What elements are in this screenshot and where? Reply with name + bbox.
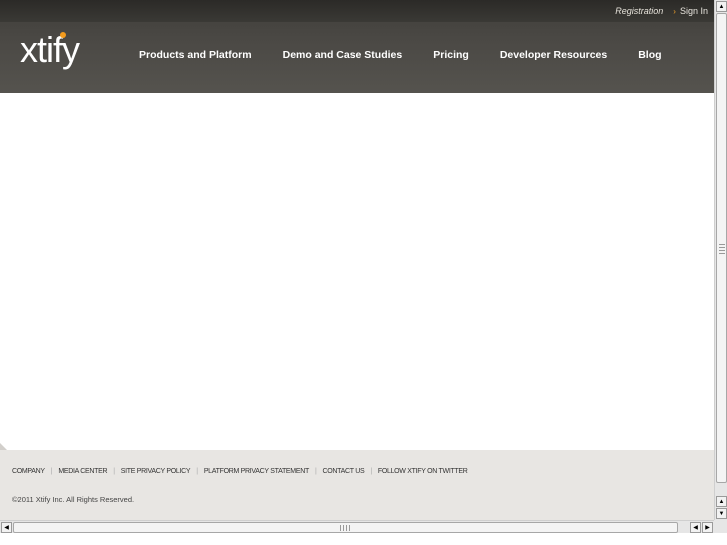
xtify-logo[interactable]: xtify	[20, 30, 96, 76]
window-bottom-strip	[0, 533, 727, 545]
footer-link-media-center[interactable]: MEDIA CENTER	[58, 468, 107, 475]
grip-icon	[719, 244, 725, 254]
footer-link-contact-us[interactable]: CONTACT US	[322, 468, 364, 475]
footer-separator: |	[113, 468, 115, 475]
scroll-down-arrow-icon[interactable]: ▼	[716, 508, 727, 519]
sign-in-label: Sign In	[679, 6, 708, 16]
scroll-left-arrow-icon[interactable]: ◀	[690, 522, 701, 533]
scroll-right-arrow-icon[interactable]: ▶	[702, 522, 713, 533]
logo-accent-dot	[60, 32, 66, 38]
scrollbar-corner	[714, 520, 727, 533]
scroll-left-arrow-icon[interactable]: ◀	[1, 522, 12, 533]
nav-developer-resources[interactable]: Developer Resources	[500, 49, 607, 61]
horizontal-scroll-thumb[interactable]	[13, 522, 678, 533]
nav-pricing[interactable]: Pricing	[433, 49, 469, 61]
utility-links: Registration › Sign In	[615, 6, 708, 16]
nav-blog[interactable]: Blog	[638, 49, 661, 61]
nav-products-and-platform[interactable]: Products and Platform	[139, 49, 252, 61]
utility-bar: Registration › Sign In	[0, 0, 714, 22]
site-header: Registration › Sign In xtify Products an…	[0, 0, 714, 93]
copyright-text: ©2011 Xtify Inc. All Rights Reserved.	[12, 495, 135, 504]
footer-separator: |	[370, 468, 372, 475]
registration-link[interactable]: Registration	[615, 6, 663, 16]
page-viewport: Registration › Sign In xtify Products an…	[0, 0, 714, 520]
vertical-scrollbar[interactable]: ▲ ▲ ▼	[714, 0, 727, 520]
footer-link-site-privacy-policy[interactable]: SITE PRIVACY POLICY	[121, 468, 191, 475]
footer-link-platform-privacy-statement[interactable]: PLATFORM PRIVACY STATEMENT	[204, 468, 309, 475]
horizontal-scrollbar[interactable]: ◀ ◀ ▶	[0, 520, 714, 533]
chevron-right-icon: ›	[673, 6, 676, 16]
footer-link-follow-twitter[interactable]: FOLLOW XTIFY ON TWITTER	[378, 468, 468, 475]
logo-text: xtify	[20, 29, 80, 70]
sign-in-link[interactable]: › Sign In	[673, 6, 708, 16]
scroll-up-arrow-icon[interactable]: ▲	[716, 496, 727, 507]
footer-link-company[interactable]: COMPANY	[12, 468, 45, 475]
footer-links: COMPANY | MEDIA CENTER | SITE PRIVACY PO…	[12, 468, 468, 475]
grip-icon	[340, 525, 352, 531]
footer-separator: |	[314, 468, 317, 475]
vertical-scroll-thumb[interactable]	[716, 13, 727, 483]
nav-demo-and-case-studies[interactable]: Demo and Case Studies	[283, 49, 403, 61]
main-nav: Products and Platform Demo and Case Stud…	[139, 49, 662, 61]
footer-separator: |	[196, 468, 198, 475]
footer-separator: |	[50, 468, 53, 475]
site-footer: COMPANY | MEDIA CENTER | SITE PRIVACY PO…	[0, 450, 714, 520]
scroll-up-arrow-icon[interactable]: ▲	[716, 1, 727, 12]
